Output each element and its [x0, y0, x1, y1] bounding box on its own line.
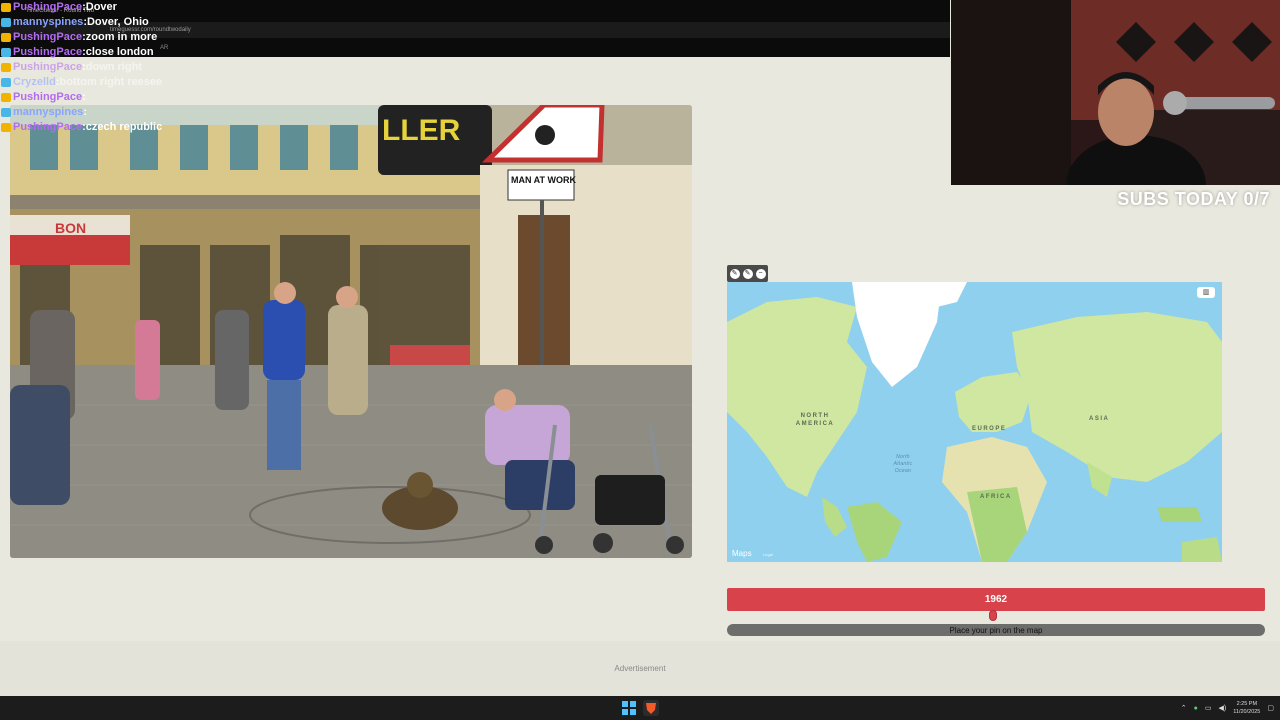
bon-sign: BON: [55, 220, 86, 236]
chat-message: Dover: [85, 1, 117, 13]
chat-overlay: PushingPace: Dover mannyspines: Dover, Oh…: [0, 0, 300, 135]
chat-badge-icon: [1, 123, 11, 132]
date: 11/20/2025: [1233, 709, 1261, 715]
minus-icon[interactable]: −: [755, 268, 766, 279]
chat-badge-icon: [1, 63, 11, 72]
speaker-icon[interactable]: ◀): [1219, 704, 1227, 712]
chat-line: PushingPace: close london: [0, 45, 300, 60]
taskbar: ⌃ ● ▭ ◀) 2:25 PM 11/20/2025 ▢: [0, 696, 1280, 720]
chat-badge-icon: [1, 108, 11, 117]
chat-separator: :: [83, 106, 87, 118]
chat-username[interactable]: PushingPace: [13, 120, 82, 135]
chat-line: Cryzelld: bottom right reesee: [0, 75, 300, 90]
chat-message: bottom right reesee: [59, 76, 163, 88]
label-asia: ASIA: [1089, 416, 1110, 422]
advertisement: Advertisement: [0, 641, 1280, 696]
chat-username[interactable]: PushingPace: [13, 60, 82, 75]
chat-badge-icon: [1, 93, 11, 102]
start-button[interactable]: [621, 700, 637, 716]
mic-icon[interactable]: ●: [1194, 705, 1198, 712]
legal-link[interactable]: Legal: [763, 552, 773, 557]
map-toolbar: ✎ ✎ −: [727, 265, 768, 282]
monitor-icon[interactable]: ▭: [1205, 704, 1212, 712]
chat-line: PushingPace: Dover: [0, 0, 300, 15]
chat-line: PushingPace: down right: [0, 60, 300, 75]
map-icon[interactable]: ▥: [1197, 287, 1215, 298]
chat-badge-icon: [1, 78, 11, 87]
pencil-icon[interactable]: ✎: [742, 268, 753, 279]
chat-line: mannyspines:: [0, 105, 300, 120]
time: 2:25 PM: [1236, 701, 1258, 707]
chat-username[interactable]: PushingPace: [13, 45, 82, 60]
year-slider-track[interactable]: 1962: [727, 588, 1265, 611]
year-value: 1962: [984, 594, 1008, 605]
shop-sign: LLER: [382, 114, 461, 147]
ad-label: Advertisement: [614, 664, 666, 673]
clock[interactable]: 2:25 PM 11/20/2025: [1233, 700, 1260, 716]
chat-line: mannyspines: Dover, Ohio: [0, 15, 300, 30]
chevron-up-icon[interactable]: ⌃: [1181, 704, 1187, 712]
brave-browser-icon[interactable]: [643, 700, 659, 716]
place-pin-button[interactable]: Place your pin on the map: [727, 624, 1265, 636]
chat-badge-icon: [1, 48, 11, 57]
chat-username[interactable]: PushingPace: [13, 90, 82, 105]
place-pin-label: Place your pin on the map: [949, 625, 1043, 635]
chat-line: PushingPace: zoom in more: [0, 30, 300, 45]
chat-message: Dover, Ohio: [86, 16, 149, 28]
chat-username[interactable]: mannyspines: [13, 105, 83, 120]
round-photo[interactable]: BON LLER MAN AT WORK: [10, 105, 692, 558]
maps-brand: Maps: [732, 549, 752, 558]
year-slider-handle[interactable]: [988, 610, 997, 621]
man-at-work-sign: MAN AT WORK: [511, 175, 576, 185]
chat-message: zoom in more: [85, 31, 158, 43]
chat-username[interactable]: PushingPace: [13, 30, 82, 45]
label-europe: EUROPE: [972, 426, 1007, 432]
label-north-america: NORTH AMERICA: [795, 413, 835, 427]
subs-today-counter: SUBS TODAY 0/7: [1117, 189, 1270, 209]
system-tray: ⌃ ● ▭ ◀) 2:25 PM 11/20/2025 ▢: [1181, 696, 1274, 720]
label-ocean: North Atlantic Ocean: [893, 454, 913, 474]
world-map[interactable]: NORTH AMERICA EUROPE ASIA AFRICA North A…: [727, 282, 1222, 562]
chat-badge-icon: [1, 3, 11, 12]
notification-icon[interactable]: ▢: [1267, 704, 1274, 712]
chat-message: czech republic: [85, 121, 163, 133]
pencil-icon[interactable]: ✎: [729, 268, 740, 279]
label-africa: AFRICA: [980, 494, 1012, 500]
chat-username[interactable]: mannyspines: [13, 15, 83, 30]
webcam-feed: [951, 0, 1280, 185]
chat-username[interactable]: PushingPace: [13, 0, 82, 15]
chat-username[interactable]: Cryzelld: [13, 75, 56, 90]
chat-separator: :: [82, 91, 86, 103]
chat-line: PushingPace: czech republic: [0, 120, 300, 135]
chat-message: down right: [85, 61, 142, 73]
chat-message: close london: [85, 46, 154, 58]
chat-badge-icon: [1, 33, 11, 42]
chat-line: PushingPace:: [0, 90, 300, 105]
chat-badge-icon: [1, 18, 11, 27]
